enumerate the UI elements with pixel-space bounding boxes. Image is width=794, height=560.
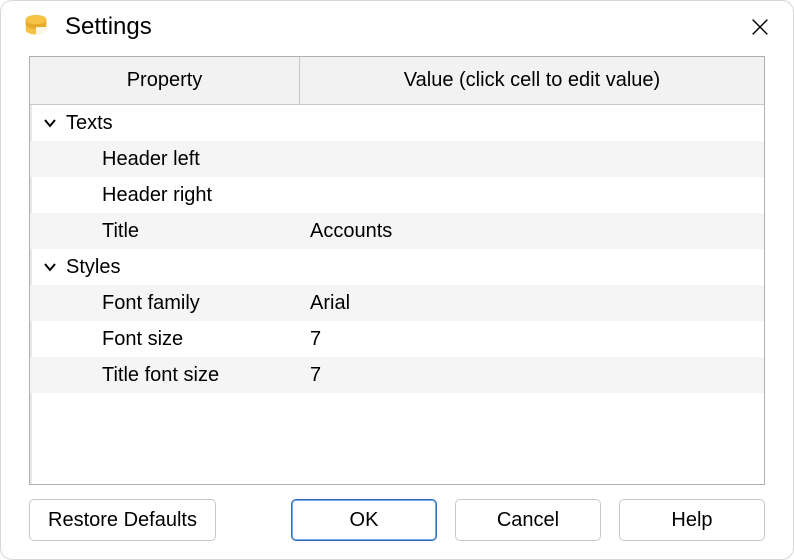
button-bar: Restore Defaults OK Cancel Help [1,485,793,559]
column-header-property[interactable]: Property [30,57,300,104]
close-button[interactable] [745,12,775,42]
settings-dialog: Settings Property Value (click cell to e… [0,0,794,560]
property-row: Header right [30,177,764,213]
property-label: Font size [30,321,300,357]
value-cell[interactable]: Arial [300,285,764,321]
chevron-down-icon [40,113,60,133]
property-label: Title [30,213,300,249]
property-label: Title font size [30,357,300,393]
property-grid: Property Value (click cell to edit value… [29,56,765,485]
group-label: Styles [66,256,120,279]
grid-body: Texts Header left Header right Title Acc… [30,105,764,484]
column-header-value[interactable]: Value (click cell to edit value) [300,57,764,104]
help-button[interactable]: Help [619,499,765,541]
property-row: Title Accounts [30,213,764,249]
property-row: Font family Arial [30,285,764,321]
group-row-styles[interactable]: Styles [30,249,764,285]
value-cell[interactable]: 7 [300,357,764,393]
close-icon [749,16,771,38]
property-row: Title font size 7 [30,357,764,393]
value-cell[interactable]: Accounts [300,213,764,249]
cancel-button[interactable]: Cancel [455,499,601,541]
grid-header: Property Value (click cell to edit value… [30,57,764,105]
value-cell[interactable] [300,141,764,177]
group-label: Texts [66,112,113,135]
app-icon [21,12,51,42]
window-title: Settings [65,13,745,41]
chevron-down-icon [40,257,60,277]
value-cell[interactable] [300,177,764,213]
property-label: Header right [30,177,300,213]
restore-defaults-button[interactable]: Restore Defaults [29,499,216,541]
property-row: Font size 7 [30,321,764,357]
group-value-cell [300,249,764,285]
titlebar: Settings [1,1,793,56]
group-value-cell [300,105,764,141]
property-row: Header left [30,141,764,177]
ok-button[interactable]: OK [291,499,437,541]
group-row-texts[interactable]: Texts [30,105,764,141]
property-label: Header left [30,141,300,177]
content-area: Property Value (click cell to edit value… [1,56,793,485]
value-cell[interactable]: 7 [300,321,764,357]
property-label: Font family [30,285,300,321]
